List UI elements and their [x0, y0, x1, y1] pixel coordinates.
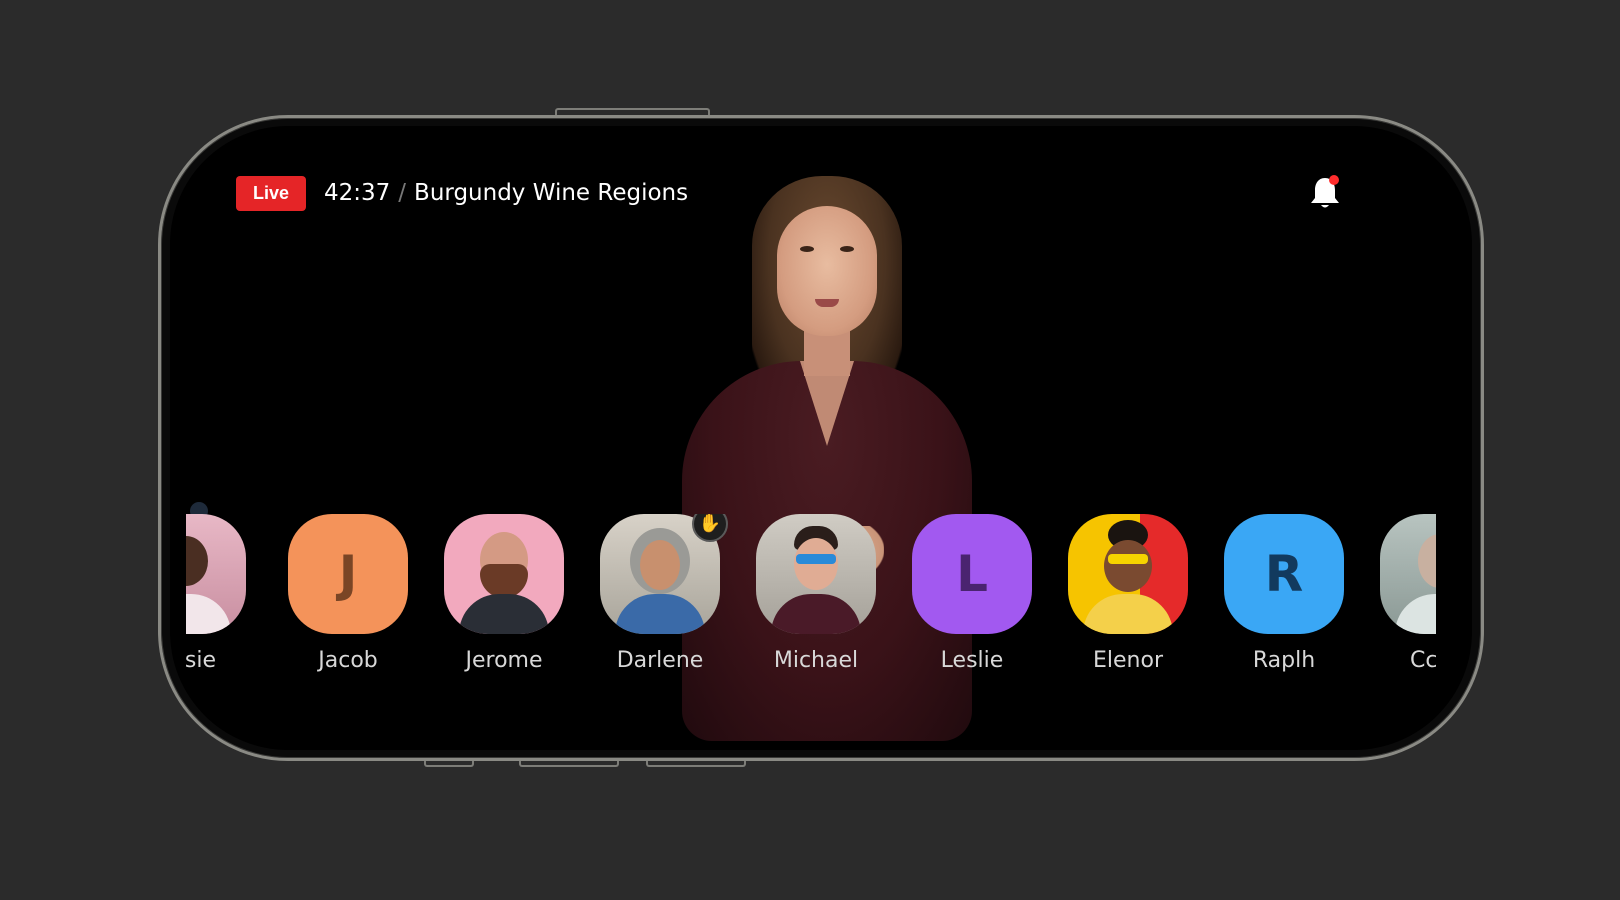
avatar-photo-glasses: [796, 554, 836, 564]
participant-elenor[interactable]: Elenor: [1068, 514, 1188, 673]
presenter-face: [777, 206, 877, 336]
participant-avatar[interactable]: [756, 514, 876, 634]
participant-name: Elenor: [1093, 648, 1163, 673]
avatar-photo-body: [186, 594, 231, 634]
avatar-initial: L: [956, 545, 988, 603]
avatar-photo-face: [1418, 534, 1436, 588]
presenter-eye-right: [840, 246, 854, 252]
participants-strip[interactable]: ssie J Jacob Jerome: [186, 514, 1436, 694]
live-badge: Live: [236, 176, 306, 211]
stream-header: 42:37 / Burgundy Wine Regions: [324, 176, 688, 211]
stream-title: Burgundy Wine Regions: [414, 180, 689, 206]
avatar-initial: J: [338, 545, 358, 603]
participant-name: Cc: [1410, 648, 1436, 673]
avatar-photo-body: [615, 594, 705, 634]
avatar-photo-body: [771, 594, 861, 634]
presenter-eye-left: [800, 246, 814, 252]
avatar-initial: R: [1264, 545, 1304, 603]
avatar-photo-glasses: [1108, 554, 1148, 564]
participant-name: ssie: [186, 648, 216, 673]
participant-avatar[interactable]: [186, 514, 246, 634]
avatar-photo-body: [1083, 594, 1173, 634]
participant-jacob[interactable]: J Jacob: [288, 514, 408, 673]
avatar-photo-face: [794, 538, 838, 590]
elapsed-time: 42:37: [324, 180, 391, 206]
participant-leslie[interactable]: L Leslie: [912, 514, 1032, 673]
title-separator: /: [398, 180, 407, 206]
participant-name: Leslie: [940, 648, 1004, 673]
avatar-photo-body: [459, 594, 549, 634]
participant-avatar[interactable]: R: [1224, 514, 1344, 634]
participant-avatar[interactable]: L: [912, 514, 1032, 634]
avatar-photo-face: [1104, 540, 1152, 592]
bell-icon[interactable]: [1308, 174, 1342, 212]
avatar-photo-beard: [480, 564, 528, 598]
participant-cc[interactable]: Cc: [1380, 514, 1436, 673]
participant-raplh[interactable]: R Raplh: [1224, 514, 1344, 673]
avatar-photo-face: [186, 536, 208, 586]
participant-jerome[interactable]: Jerome: [444, 514, 564, 673]
participant-name: Jerome: [465, 648, 543, 673]
participant-michael[interactable]: Michael: [756, 514, 876, 673]
participant-name: Darlene: [616, 648, 704, 673]
participant-name: Jacob: [318, 648, 378, 673]
avatar-photo-face: [640, 540, 680, 590]
video-screen: Live 42:37 / Burgundy Wine Regions ssie: [170, 126, 1472, 750]
participant-avatar[interactable]: [444, 514, 564, 634]
participant-ssie[interactable]: ssie: [186, 514, 246, 673]
participant-avatar[interactable]: [1068, 514, 1188, 634]
participant-name: Raplh: [1252, 648, 1316, 673]
notification-dot-icon: [1329, 175, 1339, 185]
participant-avatar[interactable]: J: [288, 514, 408, 634]
participant-avatar[interactable]: [1380, 514, 1436, 634]
stage: Live 42:37 / Burgundy Wine Regions ssie: [0, 0, 1620, 900]
avatar-photo-body: [1395, 594, 1436, 634]
participant-name: Michael: [773, 648, 859, 673]
